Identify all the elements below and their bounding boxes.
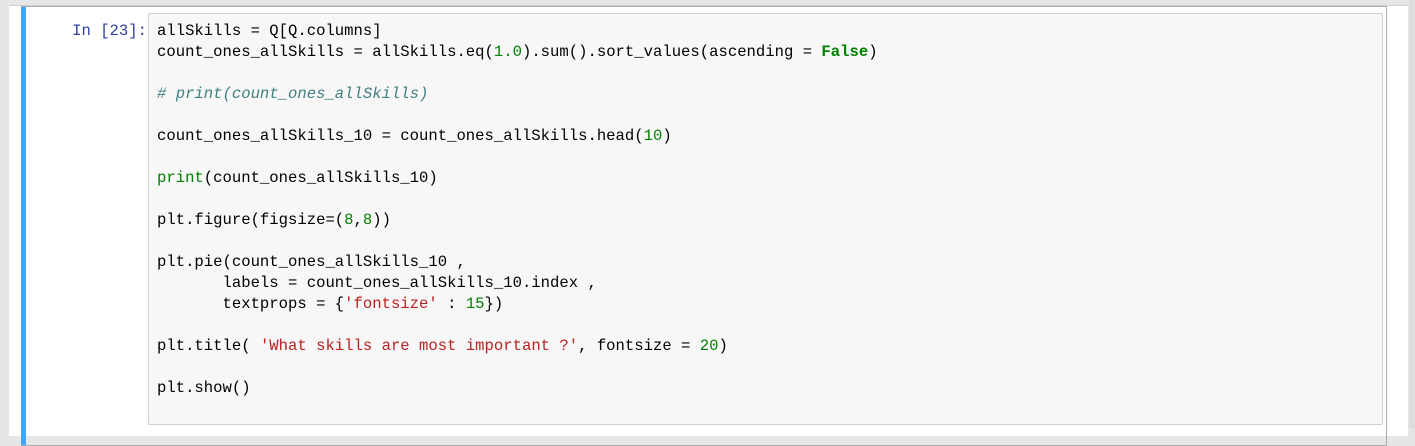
code-token: 10 (643, 127, 663, 145)
code-line: plt.show() (157, 378, 1374, 399)
code-token: count_ones_allSkills = allSkills.eq( (157, 43, 494, 61)
code-token: ).sum().sort_values(ascending = (521, 43, 822, 61)
code-token: 1.0 (493, 43, 522, 61)
code-token: plt.figure(figsize=( (157, 211, 345, 229)
code-line: plt.pie(count_ones_allSkills_10 , (157, 252, 1374, 273)
code-token: ) (662, 127, 672, 145)
code-token: textprops = { (157, 295, 345, 313)
code-token: labels = count_ones_allSkills_10.index , (157, 274, 597, 292)
code-token: 20 (699, 337, 719, 355)
code-line: count_ones_allSkills_10 = count_ones_all… (157, 126, 1374, 147)
code-line: plt.figure(figsize=(8,8)) (157, 210, 1374, 231)
code-token: False (821, 43, 869, 61)
code-token: 'fontsize' (344, 295, 438, 313)
code-token: print (157, 169, 204, 187)
scrollbar[interactable] (1409, 0, 1415, 428)
code-token: 'What skills are most important ?' (259, 337, 579, 355)
code-token: 15 (465, 295, 485, 313)
code-token: , (353, 211, 363, 229)
code-line: labels = count_ones_allSkills_10.index , (157, 273, 1374, 294)
code-text[interactable]: allSkills = Q[Q.columns] count_ones_allSk… (157, 21, 1374, 399)
code-line: # print(count_ones_allSkills) (157, 84, 1374, 105)
code-token: }) (484, 295, 504, 313)
input-prompt: In [23]: (72, 22, 147, 40)
code-token: : (437, 295, 466, 313)
code-token: allSkills = Q[Q.columns] (157, 22, 382, 40)
code-token: ) (868, 43, 878, 61)
code-token: (count_ones_allSkills_10) (203, 169, 438, 187)
code-line: allSkills = Q[Q.columns] (157, 21, 1374, 42)
code-token: plt.pie(count_ones_allSkills_10 , (157, 253, 466, 271)
code-editor[interactable]: allSkills = Q[Q.columns] count_ones_allSk… (148, 13, 1383, 425)
code-token: 8 (344, 211, 354, 229)
code-line: count_ones_allSkills = allSkills.eq(1.0)… (157, 42, 1374, 63)
code-token: # print(count_ones_allSkills) (157, 85, 429, 103)
notebook-page: In [23]: allSkills = Q[Q.columns] count_o… (9, 5, 1408, 446)
code-token: plt.show() (157, 379, 251, 397)
code-token: , fontsize = (578, 337, 700, 355)
code-token: ) (718, 337, 728, 355)
code-token: 8 (362, 211, 373, 229)
code-line: print(count_ones_allSkills_10) (157, 168, 1374, 189)
code-token: plt.title( (157, 337, 260, 355)
code-line: plt.title( 'What skills are most importa… (157, 336, 1374, 357)
code-token: )) (372, 211, 391, 229)
code-line: textprops = {'fontsize' : 15}) (157, 294, 1374, 315)
code-token: count_ones_allSkills_10 = count_ones_all… (157, 127, 644, 145)
